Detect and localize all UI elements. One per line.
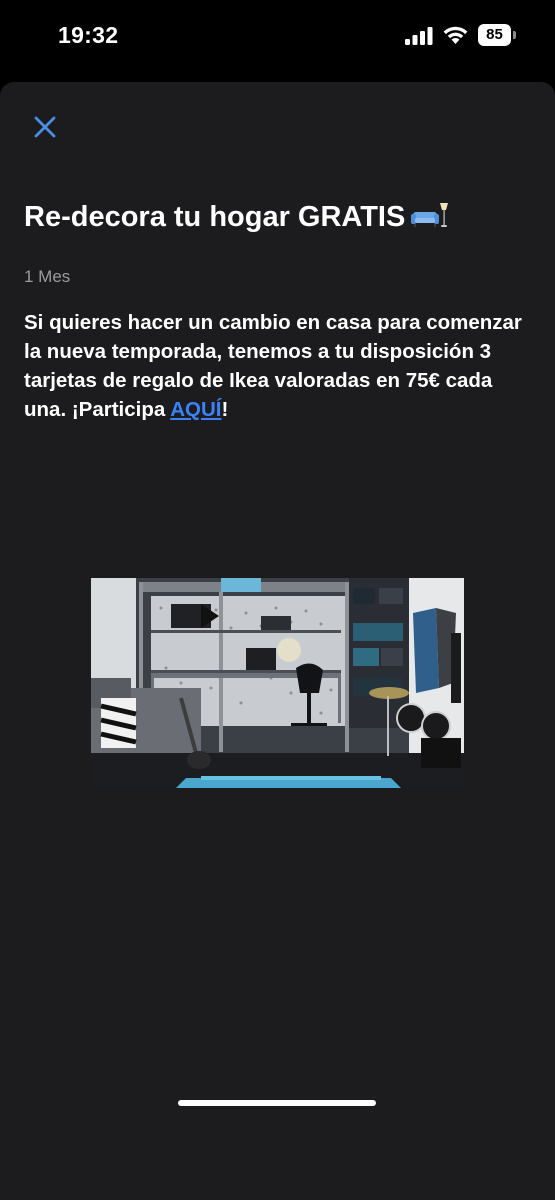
couch-and-lamp-icon [411,203,449,227]
post-body-end: ! [221,398,229,421]
post-body: Si quieres hacer un cambio en casa para … [24,308,534,424]
close-icon[interactable] [30,112,60,142]
bedroom-loft-photo [91,578,464,788]
post-body-text: Si quieres hacer un cambio en casa para … [24,311,522,421]
battery-indicator: 85 [478,24,518,46]
battery-tip [513,31,516,39]
battery-level: 85 [478,24,511,46]
notification-sheet: Re-decora tu hogar GRATIS 1 Mes Si quier… [0,82,555,1200]
post-timestamp: 1 Mes [24,267,71,286]
home-indicator[interactable] [178,1100,376,1106]
cellular-signal-icon [405,27,433,45]
status-time: 19:32 [58,22,119,48]
screen: 19:32 85 Re-decora tu hogar GRATIS 1 Mes… [0,0,555,1200]
participate-link[interactable]: AQUÍ [170,398,221,421]
wifi-icon [443,26,468,44]
post-title-text: Re-decora tu hogar GRATIS [24,201,406,233]
status-bar: 19:32 85 [0,0,555,80]
post-title: Re-decora tu hogar GRATIS [24,197,534,237]
